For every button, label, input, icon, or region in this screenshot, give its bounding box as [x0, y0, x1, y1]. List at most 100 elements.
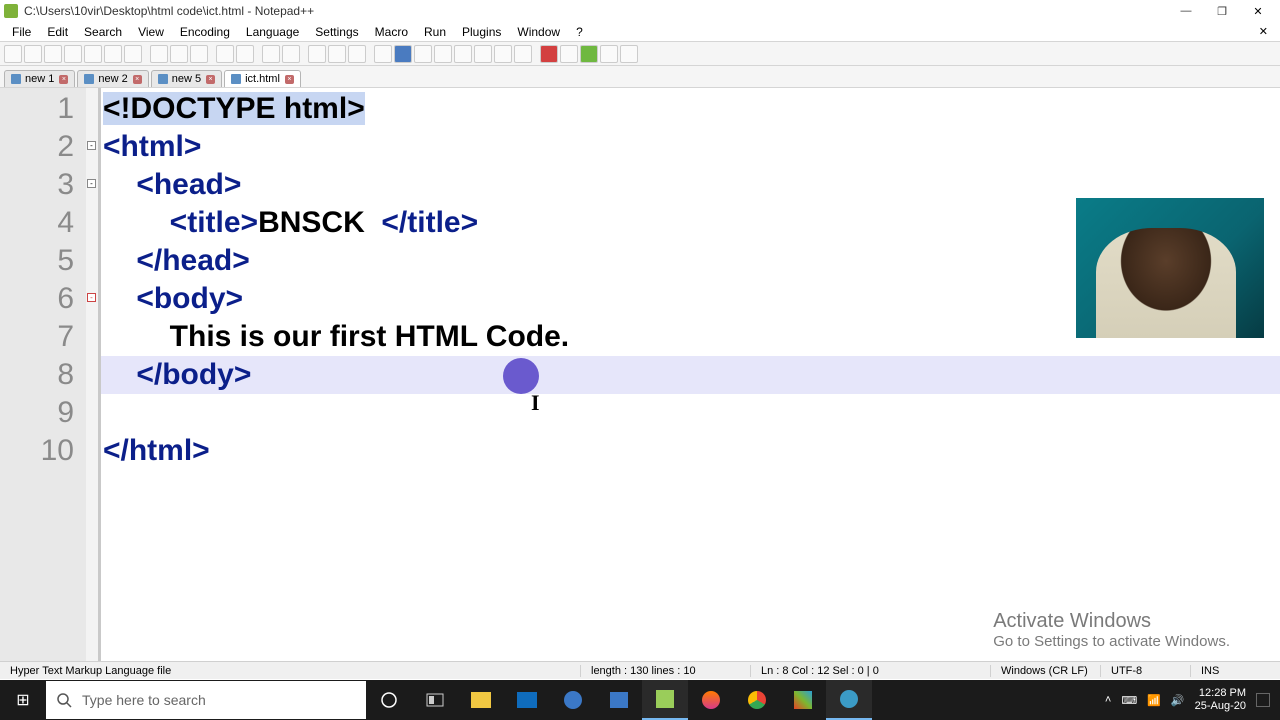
tray-input-icon[interactable]: ⌨ — [1121, 694, 1137, 707]
record-icon[interactable] — [540, 45, 558, 63]
menu-encoding[interactable]: Encoding — [172, 25, 238, 39]
tray-chevron-icon[interactable]: ˄ — [1105, 694, 1111, 706]
search-icon — [56, 692, 72, 708]
line-number: 4 — [0, 204, 74, 242]
fold-toggle-icon[interactable]: - — [87, 141, 96, 150]
notepadpp-icon[interactable] — [642, 680, 688, 720]
folder-icon[interactable] — [494, 45, 512, 63]
wordwrap-icon[interactable] — [374, 45, 392, 63]
tray-volume-icon[interactable]: 🔊 — [1171, 694, 1185, 707]
minimize-button[interactable]: — — [1168, 0, 1204, 22]
menu-file[interactable]: File — [4, 25, 39, 39]
menu-bar: File Edit Search View Encoding Language … — [0, 22, 1280, 42]
status-encoding[interactable]: UTF-8 — [1100, 665, 1190, 677]
menu-view[interactable]: View — [130, 25, 172, 39]
menu-plugins[interactable]: Plugins — [454, 25, 509, 39]
close-icon[interactable] — [84, 45, 102, 63]
notification-icon[interactable] — [1256, 693, 1270, 707]
toolbar — [0, 42, 1280, 66]
menu-help[interactable]: ? — [568, 25, 591, 39]
tab-close-icon[interactable]: × — [206, 75, 215, 84]
app-icon — [4, 4, 18, 18]
watermark-subtitle: Go to Settings to activate Windows. — [993, 633, 1230, 650]
new-file-icon[interactable] — [4, 45, 22, 63]
start-button[interactable]: ⊞ — [0, 680, 46, 720]
menu-language[interactable]: Language — [238, 25, 307, 39]
doc-map-icon[interactable] — [454, 45, 472, 63]
menu-settings[interactable]: Settings — [307, 25, 366, 39]
stop-icon[interactable] — [560, 45, 578, 63]
tab-new-1[interactable]: new 1× — [4, 70, 75, 87]
separator — [302, 45, 306, 63]
code-text: <html> — [103, 130, 201, 163]
fold-toggle-icon[interactable]: - — [87, 179, 96, 188]
edge-icon[interactable] — [550, 680, 596, 720]
undo-icon[interactable] — [216, 45, 234, 63]
maximize-button[interactable]: ❐ — [1204, 0, 1240, 22]
menu-run[interactable]: Run — [416, 25, 454, 39]
save-all-icon[interactable] — [64, 45, 82, 63]
save-icon[interactable] — [44, 45, 62, 63]
tab-new-5[interactable]: new 5× — [151, 70, 222, 87]
chrome-icon[interactable] — [734, 680, 780, 720]
sync-icon[interactable] — [348, 45, 366, 63]
firefox-icon[interactable] — [688, 680, 734, 720]
replace-icon[interactable] — [282, 45, 300, 63]
tab-close-icon[interactable]: × — [59, 75, 68, 84]
file-icon — [158, 74, 168, 84]
func-list-icon[interactable] — [474, 45, 492, 63]
status-eol[interactable]: Windows (CR LF) — [990, 665, 1100, 677]
zoom-in-icon[interactable] — [308, 45, 326, 63]
code-editor[interactable]: <!DOCTYPE html> <html> <head> <title>BNS… — [101, 88, 1280, 661]
print-icon[interactable] — [124, 45, 142, 63]
playback-icon[interactable] — [600, 45, 618, 63]
system-tray: ˄ ⌨ 📶 🔊 12:28 PM 25-Aug-20 — [1105, 687, 1280, 713]
mail-icon[interactable] — [504, 680, 550, 720]
monitor-icon[interactable] — [514, 45, 532, 63]
play-icon[interactable] — [580, 45, 598, 63]
tab-ict-html[interactable]: ict.html× — [224, 70, 301, 87]
tab-label: new 2 — [98, 73, 127, 85]
all-chars-icon[interactable] — [394, 45, 412, 63]
camera-icon[interactable] — [826, 680, 872, 720]
fold-toggle-icon[interactable]: - — [87, 293, 96, 302]
fold-column: - - - — [86, 88, 98, 661]
taskbar-search[interactable]: Type here to search — [46, 681, 366, 719]
tab-new-2[interactable]: new 2 × — [77, 70, 148, 87]
copy-icon[interactable] — [170, 45, 188, 63]
tray-wifi-icon[interactable]: 📶 — [1147, 694, 1161, 707]
office-icon[interactable] — [780, 680, 826, 720]
close-button[interactable]: ✕ — [1240, 0, 1276, 22]
menu-search[interactable]: Search — [76, 25, 130, 39]
tab-close-icon[interactable]: × — [133, 75, 142, 84]
explorer-icon[interactable] — [458, 680, 504, 720]
store-icon[interactable] — [596, 680, 642, 720]
menu-edit[interactable]: Edit — [39, 25, 76, 39]
menu-window[interactable]: Window — [509, 25, 568, 39]
clock-time: 12:28 PM — [1195, 687, 1246, 700]
line-number: 7 — [0, 318, 74, 356]
open-file-icon[interactable] — [24, 45, 42, 63]
save-macro-icon[interactable] — [620, 45, 638, 63]
close-doc-button[interactable]: ✕ — [1251, 25, 1276, 38]
line-number: 8 — [0, 356, 74, 394]
taskview-icon[interactable] — [412, 680, 458, 720]
cortana-icon[interactable] — [366, 680, 412, 720]
separator — [144, 45, 148, 63]
status-insert-mode[interactable]: INS — [1190, 665, 1280, 677]
tray-clock[interactable]: 12:28 PM 25-Aug-20 — [1195, 687, 1246, 713]
window-title: C:\Users\10vir\Desktop\html code\ict.htm… — [24, 4, 314, 18]
menu-macro[interactable]: Macro — [367, 25, 416, 39]
tab-close-icon[interactable]: × — [285, 75, 294, 84]
code-text: <head> — [103, 168, 241, 201]
indent-guide-icon[interactable] — [414, 45, 432, 63]
code-text: </body> — [103, 358, 251, 391]
paste-icon[interactable] — [190, 45, 208, 63]
cut-icon[interactable] — [150, 45, 168, 63]
close-all-icon[interactable] — [104, 45, 122, 63]
find-icon[interactable] — [262, 45, 280, 63]
redo-icon[interactable] — [236, 45, 254, 63]
zoom-out-icon[interactable] — [328, 45, 346, 63]
udl-icon[interactable] — [434, 45, 452, 63]
code-text: <body> — [103, 282, 243, 315]
